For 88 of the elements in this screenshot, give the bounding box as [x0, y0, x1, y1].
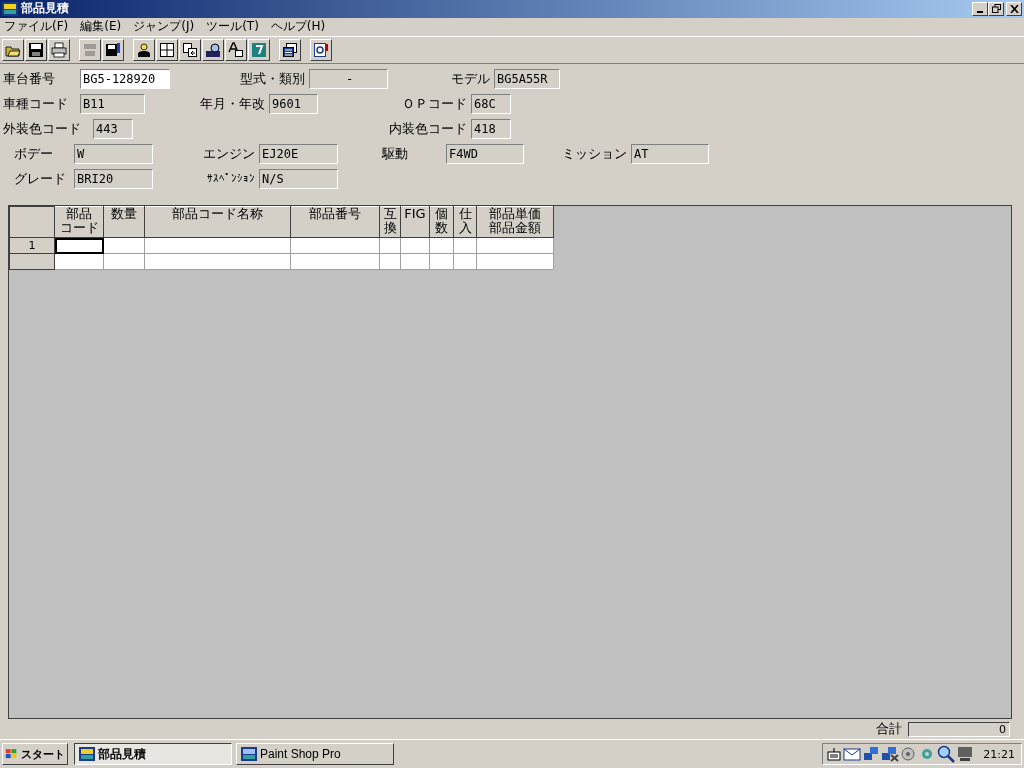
minimize-button[interactable]: [972, 1, 988, 16]
close-icon: [1009, 4, 1019, 13]
search-icon[interactable]: [937, 745, 956, 764]
column-header[interactable]: FIG: [400, 206, 430, 238]
field-label: 年月・年改: [199, 94, 266, 113]
input-field: BG5A55R: [494, 68, 560, 89]
field-label: モデル: [450, 69, 491, 88]
window-title: 部品見積: [21, 0, 69, 18]
column-header[interactable]: 部品番号: [290, 206, 380, 238]
column-header[interactable]: 個 数: [429, 206, 454, 238]
menu-item[interactable]: 編集(E): [80, 18, 122, 36]
toolbar-button[interactable]: [25, 38, 47, 61]
number-icon: [82, 41, 98, 58]
input-field: AT: [631, 143, 709, 164]
floppy-disk-icon: [105, 41, 121, 58]
input-field: N/S: [259, 168, 338, 189]
toolbar-button[interactable]: [102, 38, 124, 61]
field-label: ミッション: [561, 144, 628, 163]
input-field: EJ20E: [259, 143, 338, 164]
restore-button[interactable]: [988, 1, 1004, 16]
input-field[interactable]: BG5-128920: [80, 68, 170, 89]
input-field: 443: [93, 118, 133, 139]
menu-item[interactable]: ファイル(F): [4, 18, 69, 36]
field-label: 駆動: [381, 144, 409, 163]
toolbar-button[interactable]: [133, 38, 155, 61]
clock: 21:21: [983, 747, 1015, 761]
minimize-icon: [977, 10, 983, 13]
field-label: エンジン: [202, 144, 256, 163]
menu-item[interactable]: ヘルプ(H): [270, 18, 326, 36]
toolbar-button[interactable]: [156, 38, 178, 61]
calculator-icon: [282, 41, 298, 58]
person-icon: [136, 41, 152, 58]
field-label: ＯＰコード: [401, 94, 468, 113]
input-field: 9601: [269, 93, 318, 114]
toolbar-button[interactable]: [310, 38, 332, 61]
field-label: ｻｽﾍﾟﾝｼｮﾝ: [206, 172, 256, 186]
app-icon: [2, 1, 18, 16]
total-label: 合計: [876, 720, 902, 739]
input-field: F4WD: [446, 143, 524, 164]
toolbar-button[interactable]: [179, 38, 201, 61]
column-header[interactable]: 部品単価 部品金額: [476, 206, 554, 238]
input-field: 68C: [471, 93, 511, 114]
field-label: 車種コード: [2, 94, 69, 113]
total-field: 0: [908, 721, 1010, 737]
input-field: 418: [471, 118, 511, 139]
toolbar-button[interactable]: [225, 38, 247, 61]
printer-icon: [51, 41, 67, 58]
start-button[interactable]: スタート: [2, 743, 68, 766]
monitor-icon[interactable]: [957, 746, 974, 763]
input-field: B11: [80, 93, 145, 114]
toolbar-button[interactable]: [2, 38, 24, 61]
column-header[interactable]: 部品コード名称: [144, 206, 291, 238]
app-icon: [79, 747, 95, 762]
toolbar-button[interactable]: [279, 38, 301, 61]
toolbar-button[interactable]: [202, 38, 224, 61]
network-icon[interactable]: [881, 746, 900, 763]
app-icon: [241, 747, 257, 762]
field-label: 内装色コード: [388, 119, 468, 138]
column-header[interactable]: 互 換: [379, 206, 401, 238]
field-label: ボデー: [13, 144, 54, 163]
speaker-icon[interactable]: [901, 746, 918, 763]
help-icon: [251, 41, 267, 58]
input-field: BRI20: [74, 168, 153, 189]
restore-icon: [991, 4, 1001, 14]
search-icon: [205, 41, 221, 58]
menu-item[interactable]: ジャンプ(J): [133, 18, 195, 36]
field-label: 車台番号: [2, 69, 56, 88]
document-icon: [313, 41, 329, 58]
table-icon: [159, 41, 175, 58]
column-header[interactable]: 部品 コード: [54, 206, 104, 238]
toolbar-button[interactable]: [48, 38, 70, 61]
column-header[interactable]: 仕 入: [453, 206, 477, 238]
envelope-icon[interactable]: [843, 747, 862, 762]
column-header[interactable]: 数量: [103, 206, 145, 238]
input-field: -: [309, 68, 388, 89]
taskbar-button[interactable]: Paint Shop Pro: [236, 743, 394, 766]
field-label: グレード: [13, 169, 67, 188]
taskbar-button[interactable]: 部品見積: [74, 743, 232, 766]
text-icon: [228, 41, 244, 58]
keyboard-icon[interactable]: [827, 747, 842, 762]
field-label: 外装色コード: [2, 119, 82, 138]
close-button[interactable]: [1006, 1, 1022, 16]
window-icon: [182, 41, 198, 58]
field-label: 型式・類別: [239, 69, 306, 88]
help-button[interactable]: [248, 38, 270, 61]
input-field: W: [74, 143, 153, 164]
network-icon[interactable]: [863, 746, 880, 763]
menu-item[interactable]: ツール(T): [206, 18, 259, 36]
